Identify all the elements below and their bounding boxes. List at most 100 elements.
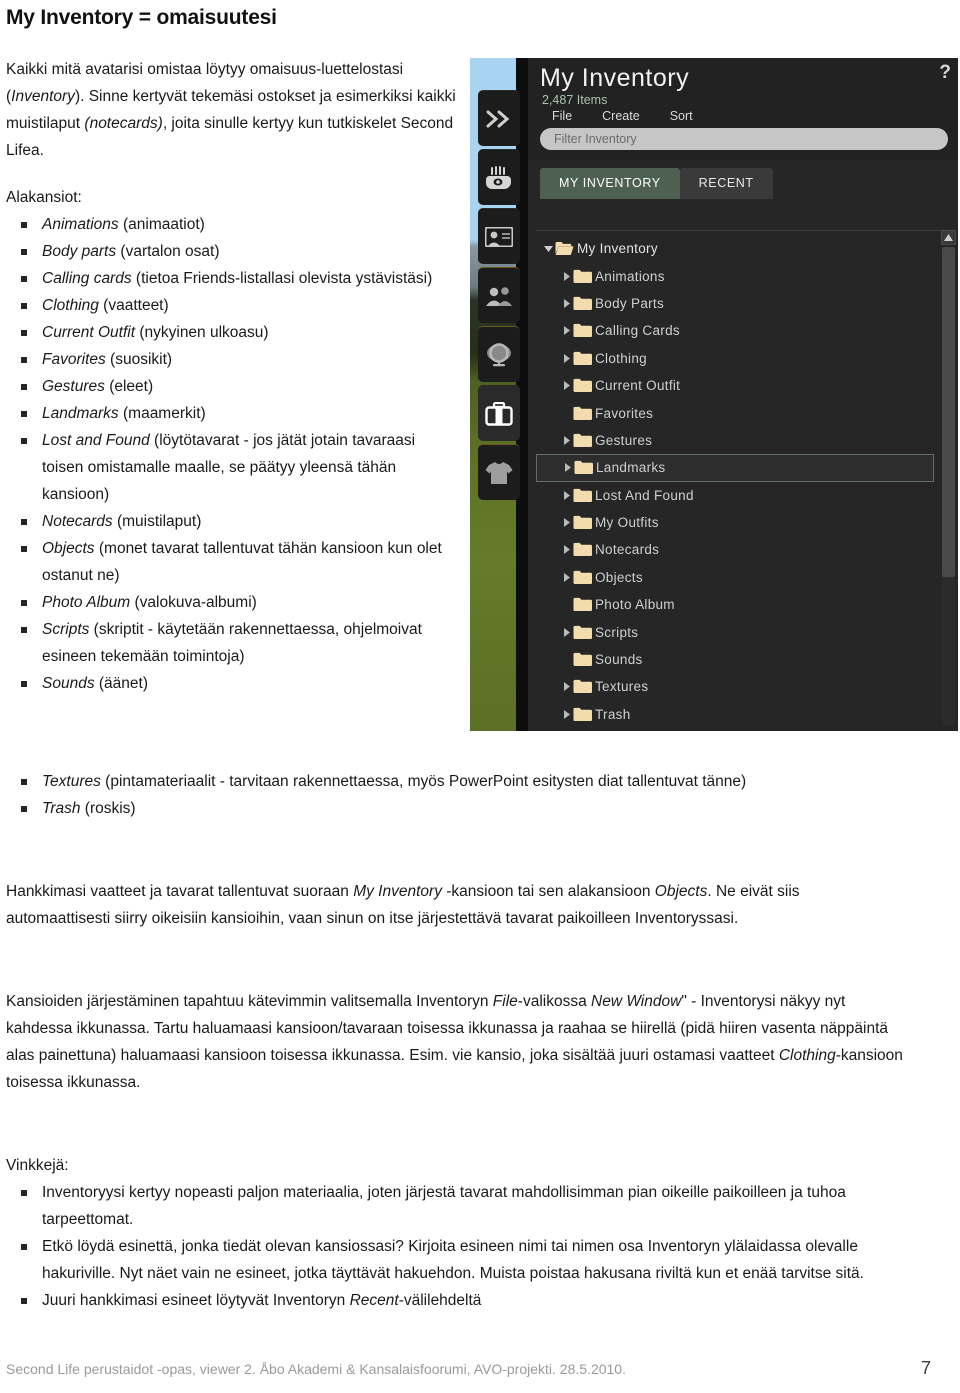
tab-recent[interactable]: RECENT [679,168,773,199]
folder-label: Calling Cards [595,323,680,339]
inventory-header: ? My Inventory 2,487 Items File Create S… [528,58,958,160]
inventory-tree-row[interactable]: Textures [536,673,954,700]
chevron-right-icon[interactable] [560,353,573,363]
bullet-description: (valokuva-albumi) [130,594,257,611]
bullet-description: (roskis) [80,800,136,817]
inventory-tree-row[interactable]: Current Outfit [536,372,954,399]
help-icon[interactable]: ? [939,62,951,84]
profile-card-icon[interactable] [478,208,520,264]
bullet-description: (animaatiot) [118,216,205,233]
chevron-right-icon[interactable] [561,463,574,473]
folder-label: Photo Album [595,597,675,613]
folder-label: Current Outfit [595,378,681,394]
bullet-term: Calling cards [42,270,132,287]
inventory-folder-tree: My Inventory Animations Body Parts Calling … [536,230,954,727]
p1-em-my-inventory: My Inventory [353,883,442,900]
list-item: Current Outfit (nykyinen ulkoasu) [6,319,458,346]
inventory-floater: ? My Inventory 2,487 Items File Create S… [528,58,958,731]
people-icon[interactable] [478,267,520,323]
list-item: Sounds (äänet) [6,670,458,697]
chevron-right-icon[interactable] [560,627,573,637]
menu-sort[interactable]: Sort [670,109,693,123]
chevron-right-icon[interactable] [560,435,573,445]
hand-eye-icon[interactable] [478,149,520,205]
world-globe-icon[interactable] [478,326,520,382]
folder-label: Sounds [595,652,643,668]
folder-icon [573,269,595,284]
folder-label: Gestures [595,432,653,448]
inventory-tree-row[interactable]: Scripts [536,618,954,645]
bullet-description: (eleet) [104,378,154,395]
bullet-text-tail: -välilehdeltä [398,1292,482,1309]
bullet-text: Juuri hankkimasi esineet löytyvät Invent… [42,1292,350,1309]
chevron-right-icon[interactable] [560,381,573,391]
inventory-title: My Inventory [540,64,690,92]
tab-my-inventory[interactable]: MY INVENTORY [540,168,680,199]
inventory-tree-row[interactable]: Notecards [536,536,954,563]
inventory-tree-row[interactable]: Calling Cards [536,317,954,344]
inventory-tree-row[interactable]: Trash [536,701,954,727]
inventory-suitcase-icon[interactable] [478,385,520,441]
chevron-right-icon[interactable] [560,572,573,582]
inventory-tree-row[interactable]: Photo Album [536,591,954,618]
bullet-term: Photo Album [42,594,131,611]
inventory-tree-row[interactable]: My Inventory [536,235,954,262]
folder-label: Clothing [595,350,647,366]
page-footer: Second Life perustaidot -opas, viewer 2.… [6,1358,946,1379]
bullet-term: Gestures [42,378,105,395]
scrollbar-thumb[interactable] [942,247,955,577]
p1-part-a: Hankkimasi vaatteet ja tavarat tallentuv… [6,883,354,900]
bullet-description: (vartalon osat) [116,243,220,260]
folder-label: Trash [595,706,631,722]
bullet-description: (nykyinen ulkoasu) [135,324,269,341]
chevrons-right-icon[interactable] [478,90,520,146]
folder-label: Scripts [595,624,639,640]
bullet-term: Notecards [42,513,113,530]
item-count: 2,487 Items [542,93,608,107]
chevron-right-icon[interactable] [560,490,573,500]
p2-em-new-window: New Window [591,993,682,1010]
inventory-tree-row[interactable]: Objects [536,564,954,591]
menu-file[interactable]: File [552,109,572,123]
folder-icon [573,378,595,393]
inventory-tree-row[interactable]: Animations [536,262,954,289]
body-paragraph-2: Kansioiden järjestäminen tapahtuu kätevi… [6,988,906,1096]
appearance-shirt-icon[interactable] [478,444,520,500]
folder-label: Notecards [595,542,660,558]
inventory-tree-row[interactable]: Clothing [536,345,954,372]
chevron-right-icon[interactable] [560,271,573,281]
inventory-tree-row[interactable]: Landmarks [536,454,934,482]
chevron-right-icon[interactable] [560,545,573,555]
chevron-down-icon[interactable] [542,245,555,253]
list-item: Landmarks (maamerkit) [6,400,458,427]
inventory-tree-row[interactable]: Sounds [536,646,954,673]
folder-label: Animations [595,268,665,284]
chevron-right-icon[interactable] [560,709,573,719]
wide-bullet-section: Textures (pintamateriaalit - tarvitaan r… [6,768,906,822]
chevron-right-icon[interactable] [560,326,573,336]
inventory-tree-row[interactable]: Lost And Found [536,482,954,509]
inventory-tree-row[interactable]: Gestures [536,427,954,454]
inventory-tree-row[interactable]: Body Parts [536,290,954,317]
list-item: Scripts (skriptit - käytetään rakennetta… [6,616,458,670]
folder-icon [573,351,595,366]
list-item: Inventoryysi kertyy nopeasti paljon mate… [6,1179,906,1233]
menu-create[interactable]: Create [602,109,640,123]
inventory-scrollbar[interactable] [941,230,956,725]
bullet-description: (pintamateriaalit - tarvitaan rakennetta… [100,773,747,790]
chevron-right-icon[interactable] [560,518,573,528]
folder-icon [573,597,595,612]
bullet-description: (suosikit) [105,351,173,368]
folder-label: Objects [595,569,643,585]
bullet-text: Inventoryysi kertyy nopeasti paljon mate… [42,1184,846,1228]
inventory-tree-row[interactable]: Favorites [536,399,954,426]
list-item: Trash (roskis) [6,795,906,822]
scroll-up-arrow-icon[interactable] [941,230,956,245]
inventory-tree-row[interactable]: My Outfits [536,509,954,536]
folder-label: Textures [595,679,649,695]
chevron-right-icon[interactable] [560,682,573,692]
filter-inventory-input[interactable]: Filter Inventory [540,128,948,150]
folder-icon [573,542,595,557]
p2-part-b: -valikossa [517,993,591,1010]
chevron-right-icon[interactable] [560,298,573,308]
